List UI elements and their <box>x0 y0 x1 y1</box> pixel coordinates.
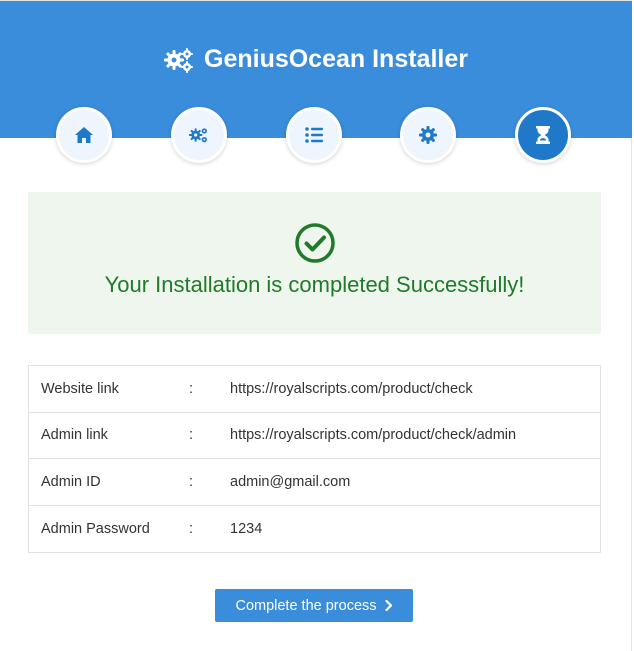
separator: : <box>189 473 194 490</box>
separator: : <box>189 427 194 444</box>
complete-process-button[interactable]: Complete the process <box>215 589 413 622</box>
admin-password-value: 1234 <box>230 520 263 537</box>
step-finish[interactable] <box>515 107 571 163</box>
success-alert: Your Installation is completed Successfu… <box>28 192 601 334</box>
admin-link-label: Admin link <box>41 427 108 444</box>
step-requirements[interactable] <box>286 107 342 163</box>
table-row: Admin Password : 1234 <box>29 506 600 553</box>
installer-title: GeniusOcean Installer <box>0 45 632 74</box>
hourglass-icon <box>536 126 550 144</box>
admin-link-value[interactable]: https://royalscripts.com/product/check/a… <box>229 427 600 443</box>
home-icon <box>75 127 93 143</box>
step-settings[interactable] <box>400 107 456 163</box>
success-message: Your Installation is completed Successfu… <box>104 272 525 297</box>
table-row: Admin link : https://royalscripts.com/pr… <box>29 413 600 459</box>
step-configuration[interactable] <box>171 107 227 163</box>
installation-details-table: Website link : https://royalscripts.com/… <box>28 365 601 553</box>
gears-icon <box>189 128 207 143</box>
admin-id-label: Admin ID <box>41 473 101 490</box>
chevron-right-icon <box>384 600 392 611</box>
separator: : <box>189 380 194 397</box>
table-row: Admin ID : admin@gmail.com <box>29 459 600 506</box>
list-icon <box>305 127 323 143</box>
website-link-label: Website link <box>41 380 119 397</box>
admin-password-label: Admin Password <box>41 520 150 537</box>
check-circle-icon <box>295 223 335 263</box>
step-home[interactable] <box>56 107 112 163</box>
admin-id-value: admin@gmail.com <box>230 473 351 490</box>
table-row: Website link : https://royalscripts.com/… <box>29 366 600 413</box>
gears-icon <box>164 47 193 73</box>
website-link-value[interactable]: https://royalscripts.com/product/check <box>229 381 600 397</box>
gear-icon <box>419 126 437 144</box>
complete-process-label: Complete the process <box>235 597 377 614</box>
separator: : <box>189 520 194 537</box>
installer-title-text: GeniusOcean Installer <box>204 45 468 73</box>
installer-window: GeniusOcean Installer Your Installation … <box>0 0 632 651</box>
